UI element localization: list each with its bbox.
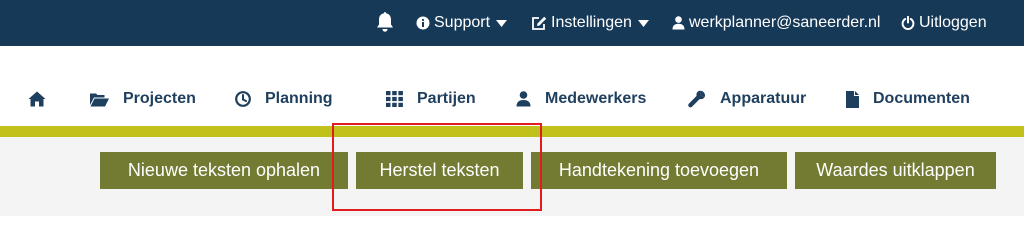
wrench-icon xyxy=(688,90,706,108)
user-email: werkplanner@saneerder.nl xyxy=(689,14,881,31)
folder-open-icon xyxy=(90,92,109,107)
nav-label: Medewerkers xyxy=(545,90,647,107)
nav-label: Documenten xyxy=(873,90,970,107)
home-icon xyxy=(28,91,46,107)
power-icon xyxy=(901,16,915,30)
nav-partijen[interactable]: Partijen xyxy=(386,88,476,110)
bell-icon xyxy=(377,12,393,32)
user-icon xyxy=(672,16,685,30)
nav-label: Apparatuur xyxy=(720,90,807,107)
user-account[interactable]: werkplanner@saneerder.nl xyxy=(672,12,880,34)
fetch-new-texts-button[interactable]: Nieuwe teksten ophalen xyxy=(100,152,348,189)
nav-label: Planning xyxy=(265,90,333,107)
info-icon xyxy=(416,16,430,30)
logout-label: Uitloggen xyxy=(919,14,987,31)
nav-medewerkers[interactable]: Medewerkers xyxy=(516,88,646,110)
settings-label: Instellingen xyxy=(551,14,632,31)
main-nav: Projecten Planning Partijen Medewerkers … xyxy=(0,46,1024,126)
nav-apparatuur[interactable]: Apparatuur xyxy=(688,88,806,110)
clock-icon xyxy=(235,91,251,107)
nav-home[interactable] xyxy=(28,88,60,110)
nav-label: Projecten xyxy=(123,90,196,107)
nav-projecten[interactable]: Projecten xyxy=(90,88,196,110)
nav-label: Partijen xyxy=(417,90,476,107)
edit-icon xyxy=(531,16,547,31)
logout-button[interactable]: Uitloggen xyxy=(901,12,987,34)
add-signature-button[interactable]: Handtekening toevoegen xyxy=(531,152,787,189)
nav-documenten[interactable]: Documenten xyxy=(846,88,970,110)
accent-divider xyxy=(0,126,1024,137)
restore-texts-button[interactable]: Herstel teksten xyxy=(356,152,523,189)
expand-values-button[interactable]: Waardes uitklappen xyxy=(795,152,996,189)
top-bar: Support Instellingen werkplanner@saneerd… xyxy=(0,0,1024,46)
user-icon xyxy=(516,91,531,107)
action-toolbar: Nieuwe teksten ophalen Herstel teksten H… xyxy=(0,137,1024,216)
caret-down-icon xyxy=(637,19,649,27)
notifications-button[interactable] xyxy=(375,11,395,33)
document-icon xyxy=(846,90,859,108)
support-label: Support xyxy=(434,14,491,31)
support-menu[interactable]: Support xyxy=(416,12,508,34)
nav-planning[interactable]: Planning xyxy=(235,88,333,110)
caret-down-icon xyxy=(496,19,508,27)
settings-menu[interactable]: Instellingen xyxy=(531,12,649,34)
grid-icon xyxy=(386,91,403,107)
